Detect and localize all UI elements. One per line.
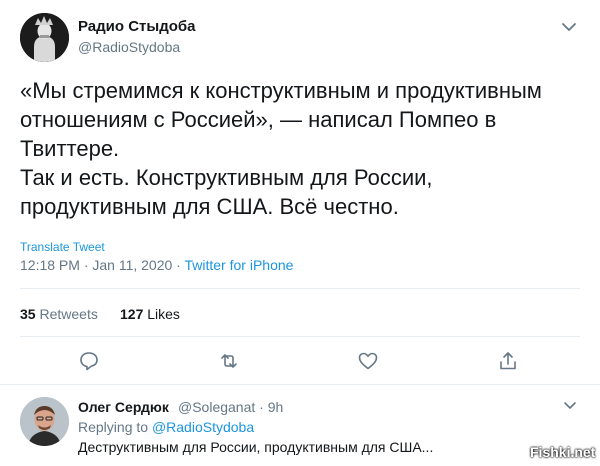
likes-count: 127 bbox=[120, 306, 144, 322]
tweet-meta: 12:18 PM · Jan 11, 2020 · Twitter for iP… bbox=[20, 257, 293, 273]
chevron-down-icon[interactable] bbox=[560, 398, 580, 414]
divider bbox=[20, 288, 580, 289]
tweet-text: «Мы стремимся к конструктивным и продукт… bbox=[20, 76, 590, 221]
tweet-text-line: Так и есть. Конструктивным для России, bbox=[20, 165, 433, 190]
share-icon[interactable] bbox=[497, 350, 519, 372]
tweet-text-line: отношениям с Россией», — написал Помпео … bbox=[20, 107, 497, 132]
tweet-text-line: продуктивным для США. Всё честно. bbox=[20, 194, 399, 219]
likes-stat[interactable]: 127 Likes bbox=[120, 306, 180, 322]
retweet-icon[interactable] bbox=[218, 350, 240, 372]
watermark: Fishki.net bbox=[530, 444, 596, 460]
retweets-count: 35 bbox=[20, 306, 36, 322]
translate-tweet-link[interactable]: Translate Tweet bbox=[20, 240, 105, 254]
author-handle[interactable]: @RadioStydoba bbox=[78, 39, 180, 55]
author-avatar[interactable] bbox=[20, 13, 69, 62]
replying-to: Replying to @RadioStydoba bbox=[78, 419, 254, 435]
tweet-actions bbox=[0, 350, 600, 374]
chevron-down-icon[interactable] bbox=[558, 18, 580, 36]
retweets-stat[interactable]: 35 Retweets bbox=[20, 306, 98, 322]
replying-prefix: Replying to bbox=[78, 419, 152, 435]
retweets-label: Retweets bbox=[39, 306, 98, 322]
likes-label: Likes bbox=[147, 306, 180, 322]
tweet-source-link[interactable]: Twitter for iPhone bbox=[184, 257, 293, 273]
tweet-timestamp[interactable]: 12:18 PM · Jan 11, 2020 · bbox=[20, 257, 184, 273]
main-tweet: Радио Стыдоба @RadioStydoba «Мы стремимс… bbox=[0, 0, 600, 380]
author-name[interactable]: Радио Стыдоба bbox=[78, 18, 196, 35]
tweet-text-line: «Мы стремимся к конструктивным и продукт… bbox=[20, 78, 542, 103]
reply-author-name[interactable]: Олег Сердюк bbox=[78, 399, 169, 415]
replying-to-link[interactable]: @RadioStydoba bbox=[152, 419, 254, 435]
divider bbox=[20, 336, 580, 337]
tweet-text-line: Твиттере. bbox=[20, 136, 120, 161]
reply-author-handle[interactable]: @Soleganat · 9h bbox=[178, 399, 283, 415]
reply-tweet[interactable]: Олег Сердюк @Soleganat · 9h Replying to … bbox=[0, 385, 600, 466]
like-icon[interactable] bbox=[357, 350, 379, 372]
reply-icon[interactable] bbox=[78, 350, 100, 372]
reply-text: Деструктивным для России, продуктивным д… bbox=[78, 439, 434, 455]
reply-author-avatar[interactable] bbox=[20, 397, 69, 446]
